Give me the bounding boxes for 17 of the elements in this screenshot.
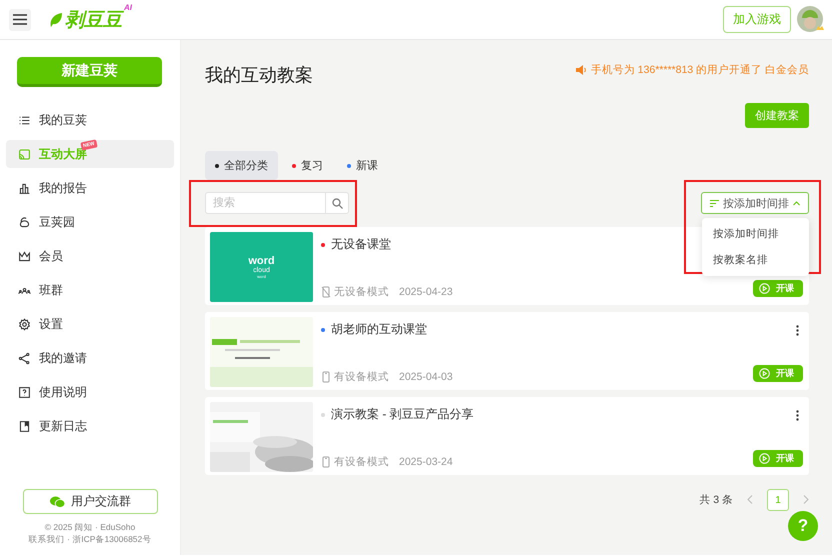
lesson-title: 无设备课堂 <box>331 236 391 253</box>
page-title: 我的互动教案 <box>205 64 313 87</box>
footer-text: 联系我们 · 浙ICP备13006852号 <box>28 533 152 545</box>
ai-label: AI <box>124 2 132 12</box>
lesson-title: 胡老师的互动课堂 <box>331 321 427 338</box>
lesson-title: 演示教案 - 剥豆豆产品分享 <box>331 406 474 423</box>
mode-text: 有设备模式 <box>334 370 389 384</box>
total-count: 共 3 条 <box>699 493 733 507</box>
notice-text: 手机号为 136*****813 的用户开通了 白金会员 <box>590 63 809 77</box>
footer-text: © 2025 阔知 · EduSoho <box>44 521 136 533</box>
slide-text: word <box>248 256 275 266</box>
mode-text: 无设备模式 <box>334 285 389 299</box>
lesson-date: 2025-04-23 <box>399 286 453 298</box>
logo-text: 剥豆豆 <box>65 8 122 32</box>
lesson-date: 2025-04-03 <box>399 371 453 383</box>
lesson-date: 2025-03-24 <box>399 456 453 468</box>
mode-text: 有设备模式 <box>334 455 389 469</box>
